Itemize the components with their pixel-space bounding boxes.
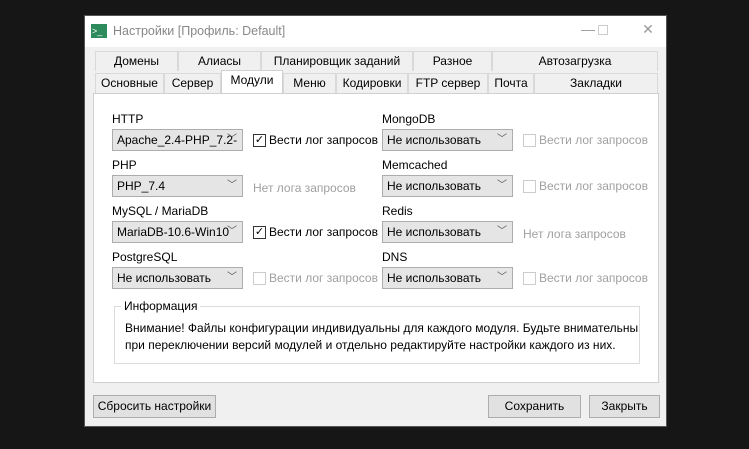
select-value: Не использовать <box>387 133 481 147</box>
select-value: Не использовать <box>387 271 481 285</box>
checkbox-icon <box>523 271 536 285</box>
info-text: Внимание! Файлы конфигурации индивидуаль… <box>125 320 638 354</box>
checkbox-label: Вести лог запросов <box>269 133 378 147</box>
module-version-select[interactable]: Не использовать ﹀ <box>382 267 513 289</box>
no-log-text: Нет лога запросов <box>253 181 356 195</box>
tab-2-0[interactable]: Основные <box>95 73 164 93</box>
module-label: PostgreSQL <box>112 250 178 264</box>
modules-panel: HTTP Apache_2.4-PHP_7.2- ﹀ ✓ Вести лог запр… <box>93 93 659 383</box>
select-value: MariaDB-10.6-Win10 <box>117 225 230 239</box>
tab-2-1[interactable]: Сервер <box>164 73 221 93</box>
chevron-down-icon: ﹀ <box>497 134 507 145</box>
tab-2-5[interactable]: FTP сервер <box>408 73 488 93</box>
module-label: PHP <box>112 158 137 172</box>
info-line-2: при переключении версий модулей и отдель… <box>125 338 616 352</box>
chevron-down-icon: ﹀ <box>227 272 237 283</box>
info-line-1: Внимание! Файлы конфигурации индивидуаль… <box>125 321 639 335</box>
reset-settings-button[interactable]: Сбросить настройки <box>93 395 216 418</box>
no-log-text: Нет лога запросов <box>523 227 626 241</box>
title-bar: >_ Настройки [Профиль: Default] — ✕ <box>85 16 666 47</box>
log-requests-checkbox[interactable]: Вести лог запросов <box>523 179 648 193</box>
tab-2-4[interactable]: Кодировки <box>336 73 408 93</box>
close-window-button[interactable]: ✕ <box>633 21 663 41</box>
info-title: Информация <box>121 299 201 313</box>
log-requests-checkbox[interactable]: ✓ Вести лог запросов <box>253 225 378 239</box>
settings-window: >_ Настройки [Профиль: Default] — ✕ Доме… <box>84 15 667 427</box>
tab-2-7[interactable]: Закладки <box>534 73 658 93</box>
module-label: MySQL / MariaDB <box>112 204 209 218</box>
maximize-button[interactable] <box>588 21 618 41</box>
info-group: Информация Внимание! Файлы конфигурации … <box>114 299 640 364</box>
module-version-select[interactable]: Не использовать ﹀ <box>382 221 513 243</box>
chevron-down-icon: ﹀ <box>227 226 237 237</box>
module-label: MongoDB <box>382 112 436 126</box>
checkbox-icon: ✓ <box>253 225 266 239</box>
close-button[interactable]: Закрыть <box>589 395 660 418</box>
tab-1-4[interactable]: Автозагрузка <box>492 51 658 71</box>
tab-1-3[interactable]: Разное <box>413 51 492 71</box>
log-requests-checkbox[interactable]: Вести лог запросов <box>253 271 378 285</box>
module-label: DNS <box>382 250 408 264</box>
checkbox-label: Вести лог запросов <box>539 271 648 285</box>
tab-1-0[interactable]: Домены <box>95 51 178 71</box>
save-button[interactable]: Сохранить <box>488 395 581 418</box>
checkbox-label: Вести лог запросов <box>539 179 648 193</box>
module-version-select[interactable]: MariaDB-10.6-Win10 ﹀ <box>112 221 243 243</box>
select-value: Apache_2.4-PHP_7.2- <box>117 133 238 147</box>
checkbox-label: Вести лог запросов <box>269 271 378 285</box>
window-title: Настройки [Профиль: Default] <box>113 24 286 38</box>
tab-2-3[interactable]: Меню <box>283 73 336 93</box>
checkbox-icon: ✓ <box>253 133 266 147</box>
module-label: Memcached <box>382 158 448 172</box>
checkbox-icon <box>523 179 536 193</box>
select-value: Не использовать <box>117 271 211 285</box>
module-label: HTTP <box>112 112 144 126</box>
checkbox-icon <box>523 133 536 147</box>
select-value: PHP_7.4 <box>117 179 166 193</box>
module-label: Redis <box>382 204 413 218</box>
checkbox-label: Вести лог запросов <box>269 225 378 239</box>
chevron-down-icon: ﹀ <box>497 180 507 191</box>
module-version-select[interactable]: Apache_2.4-PHP_7.2- ﹀ <box>112 129 243 151</box>
tab-1-1[interactable]: Алиасы <box>178 51 261 71</box>
log-requests-checkbox[interactable]: ✓ Вести лог запросов <box>253 133 378 147</box>
module-version-select[interactable]: PHP_7.4 ﹀ <box>112 175 243 197</box>
terminal-icon: >_ <box>91 24 107 38</box>
select-value: Не использовать <box>387 179 481 193</box>
checkbox-icon <box>253 271 266 285</box>
chevron-down-icon: ﹀ <box>497 272 507 283</box>
tab-2-6[interactable]: Почта <box>488 73 534 93</box>
chevron-down-icon: ﹀ <box>497 226 507 237</box>
tab-1-2[interactable]: Планировщик заданий <box>261 51 413 71</box>
chevron-down-icon: ﹀ <box>227 134 237 145</box>
module-version-select[interactable]: Не использовать ﹀ <box>112 267 243 289</box>
log-requests-checkbox[interactable]: Вести лог запросов <box>523 271 648 285</box>
module-version-select[interactable]: Не использовать ﹀ <box>382 175 513 197</box>
chevron-down-icon: ﹀ <box>227 180 237 191</box>
select-value: Не использовать <box>387 225 481 239</box>
module-version-select[interactable]: Не использовать ﹀ <box>382 129 513 151</box>
tab-2-2[interactable]: Модули <box>221 70 283 93</box>
log-requests-checkbox[interactable]: Вести лог запросов <box>523 133 648 147</box>
checkbox-label: Вести лог запросов <box>539 133 648 147</box>
